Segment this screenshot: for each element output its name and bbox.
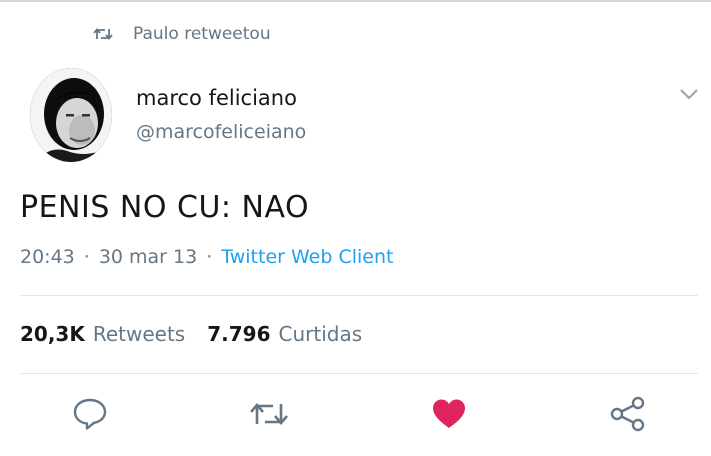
retweet-context[interactable]: Paulo retweetou bbox=[93, 22, 271, 46]
avatar[interactable] bbox=[30, 68, 112, 162]
tweet-text: PENIS NO CU: NAO bbox=[20, 190, 310, 225]
divider bbox=[20, 295, 698, 296]
tweet-client-link[interactable]: Twitter Web Client bbox=[221, 246, 393, 268]
retweets-count[interactable]: 20,3K bbox=[20, 322, 85, 346]
likes-label[interactable]: Curtidas bbox=[278, 322, 362, 346]
meta-separator: · bbox=[206, 246, 213, 268]
reply-button[interactable] bbox=[72, 396, 108, 436]
chevron-down-icon[interactable] bbox=[677, 85, 701, 103]
tweet-stats: 20,3K Retweets 7.796 Curtidas bbox=[20, 322, 362, 346]
author-name[interactable]: marco feliciano bbox=[136, 86, 297, 110]
reply-icon bbox=[72, 397, 108, 435]
divider bbox=[20, 373, 698, 374]
heart-icon bbox=[431, 398, 467, 434]
retweets-label[interactable]: Retweets bbox=[93, 322, 185, 346]
tweet-date: 30 mar 13 bbox=[98, 246, 198, 268]
retweet-icon bbox=[248, 398, 290, 434]
retweet-icon bbox=[93, 25, 113, 43]
retweet-context-text: Paulo retweetou bbox=[133, 24, 271, 44]
tweet-time: 20:43 bbox=[20, 246, 75, 268]
tweet-meta: 20:43 · 30 mar 13 · Twitter Web Client bbox=[20, 246, 393, 268]
like-button[interactable] bbox=[430, 396, 468, 436]
top-border bbox=[0, 0, 711, 2]
likes-count[interactable]: 7.796 bbox=[207, 322, 270, 346]
author-handle[interactable]: @marcofeliceiano bbox=[136, 121, 306, 143]
share-button[interactable] bbox=[608, 396, 648, 436]
meta-separator: · bbox=[83, 246, 90, 268]
retweet-button[interactable] bbox=[248, 396, 290, 436]
share-icon bbox=[608, 396, 648, 436]
